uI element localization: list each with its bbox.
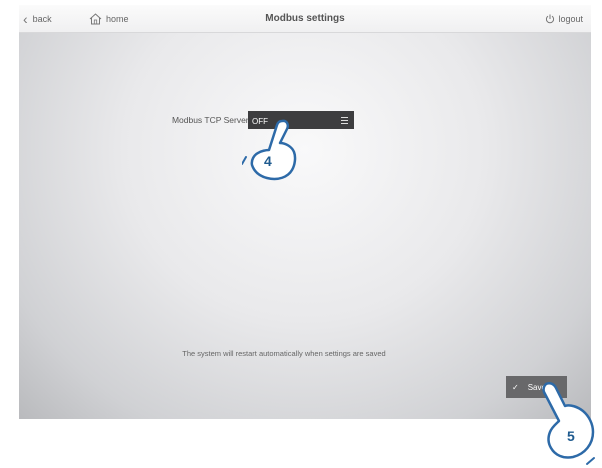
- back-label: back: [32, 13, 52, 24]
- power-icon: [546, 14, 555, 23]
- pointing-hand-callout-4: 4: [241, 117, 306, 192]
- callout-number-5: 5: [567, 428, 575, 444]
- chevron-left-icon: ‹: [23, 10, 28, 27]
- home-button[interactable]: home: [89, 5, 129, 32]
- back-button[interactable]: ‹ back: [23, 5, 52, 32]
- logout-button[interactable]: logout: [545, 5, 583, 32]
- pointing-hand-icon: [241, 119, 297, 181]
- callout-number-4: 4: [264, 153, 272, 169]
- menu-lines-icon: [341, 117, 348, 126]
- pointing-hand-callout-5: 5: [540, 380, 600, 468]
- restart-note: The system will restart automatically wh…: [182, 349, 386, 358]
- home-label: home: [106, 13, 129, 24]
- modbus-tcp-label: Modbus TCP Server:: [171, 115, 251, 125]
- pointing-hand-icon: [542, 381, 595, 465]
- logout-label: logout: [558, 13, 583, 24]
- stage: ‹ back home Modbus settings logout Modbu…: [0, 0, 602, 468]
- top-bar: ‹ back home Modbus settings logout: [19, 5, 591, 33]
- home-icon: [89, 12, 102, 24]
- check-icon: ✓: [512, 382, 519, 392]
- app-screen: ‹ back home Modbus settings logout Modbu…: [19, 5, 591, 419]
